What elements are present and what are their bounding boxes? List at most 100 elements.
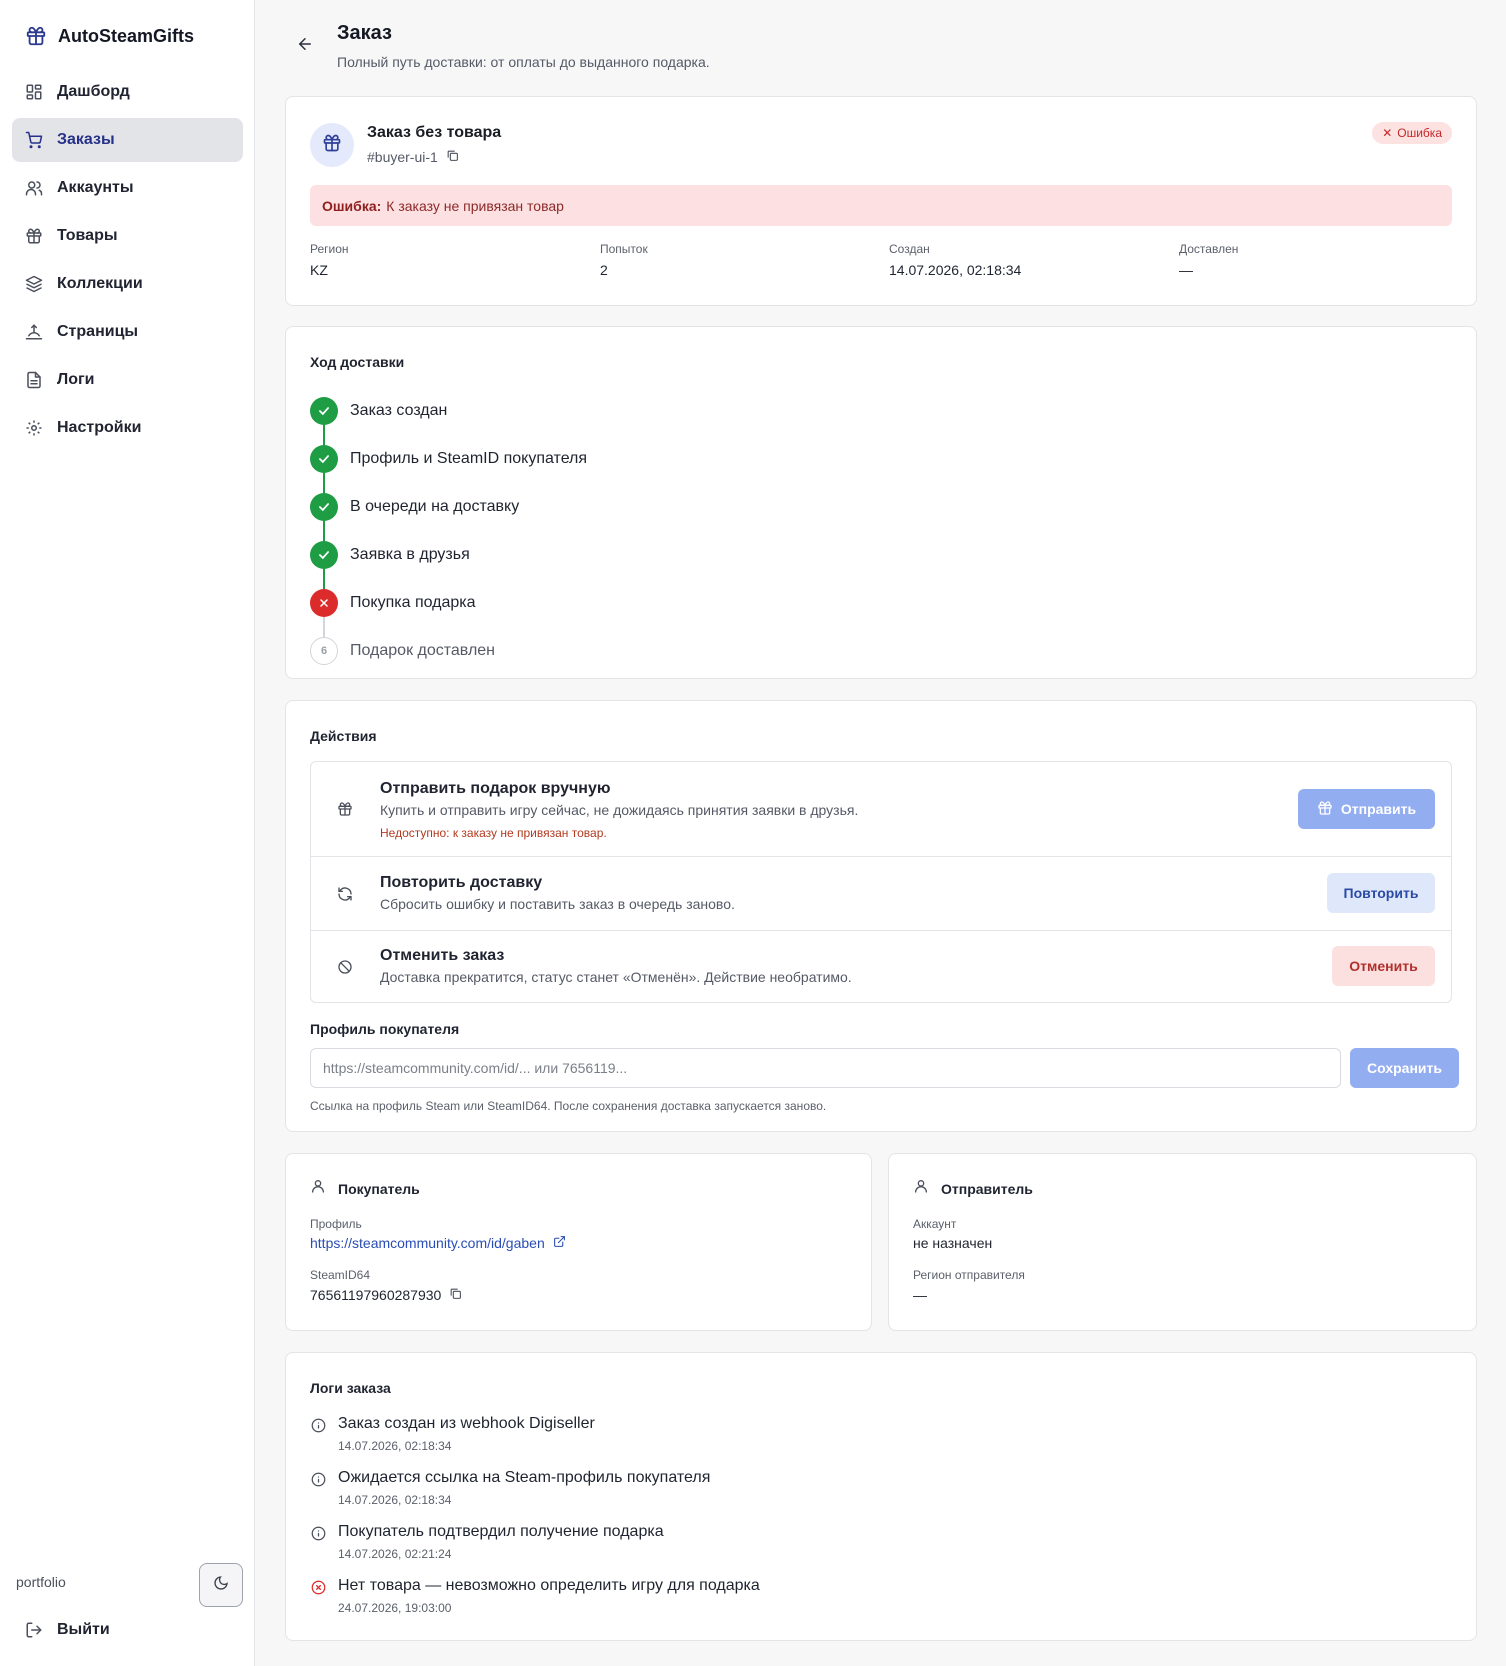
check-icon bbox=[310, 397, 338, 425]
sender-header: Отправитель bbox=[913, 1178, 1033, 1199]
sidebar-item-dashboard[interactable]: Дашборд bbox=[12, 70, 243, 114]
sidebar-item-pages[interactable]: Страницы bbox=[12, 310, 243, 354]
sidebar-nav: Дашборд Заказы Аккаунты Товары Коллекции… bbox=[12, 70, 243, 454]
external-link-icon[interactable] bbox=[553, 1235, 566, 1251]
sidebar: AutoSteamGifts Дашборд Заказы Аккаунты Т… bbox=[0, 0, 255, 1666]
user-icon bbox=[913, 1178, 929, 1199]
action-retry: Повторить доставку Сбросить ошибку и пос… bbox=[311, 857, 1451, 931]
meta-label: Регион bbox=[310, 242, 349, 256]
sidebar-item-label: Логи bbox=[57, 371, 95, 388]
order-id: #buyer-ui-1 bbox=[367, 149, 459, 165]
order-logs-card: Логи заказа Заказ создан из webhook Digi… bbox=[285, 1352, 1477, 1641]
back-button[interactable] bbox=[293, 34, 317, 58]
section-title: Ход доставки bbox=[310, 354, 405, 370]
copy-icon[interactable] bbox=[449, 1287, 462, 1303]
action-title: Отправить подарок вручную bbox=[380, 780, 611, 797]
meta-label: Попыток bbox=[600, 242, 648, 256]
sidebar-item-label: Коллекции bbox=[57, 275, 143, 292]
send-button-label: Отправить bbox=[1340, 801, 1417, 817]
log-time: 14.07.2026, 02:18:34 bbox=[338, 1439, 452, 1453]
meta-delivered: Доставлен — bbox=[1179, 242, 1238, 278]
field-label: Профиль bbox=[310, 1217, 362, 1231]
delivery-steps: Заказ создан Профиль и SteamID покупател… bbox=[310, 387, 587, 675]
delivery-progress-card: Ход доставки Заказ создан Профиль и Stea… bbox=[285, 326, 1477, 679]
order-avatar bbox=[310, 123, 354, 167]
delivery-step: Заявка в друзья bbox=[310, 531, 587, 593]
sidebar-item-settings[interactable]: Настройки bbox=[12, 406, 243, 450]
buyer-header: Покупатель bbox=[310, 1178, 420, 1199]
dashboard-icon bbox=[24, 82, 44, 102]
page-title: Заказ bbox=[337, 22, 392, 44]
step-label: Покупка подарка bbox=[350, 594, 476, 611]
log-text: Заказ создан из webhook Digiseller bbox=[338, 1415, 595, 1432]
error-banner: Ошибка: К заказу не привязан товар bbox=[310, 185, 1452, 226]
field-label: Аккаунт bbox=[913, 1217, 957, 1231]
sidebar-item-label: Аккаунты bbox=[57, 179, 134, 196]
x-icon bbox=[310, 589, 338, 617]
cancel-order-button[interactable]: Отменить bbox=[1332, 946, 1435, 986]
delivery-step: Профиль и SteamID покупателя bbox=[310, 435, 587, 497]
action-manual-send: Отправить подарок вручную Купить и отпра… bbox=[311, 762, 1451, 857]
status-badge: ✕ Ошибка bbox=[1372, 122, 1452, 144]
profile-hint: Ссылка на профиль Steam или SteamID64. П… bbox=[310, 1099, 827, 1113]
delivery-step: В очереди на доставку bbox=[310, 483, 587, 545]
error-text: К заказу не привязан товар bbox=[386, 197, 564, 214]
close-icon: ✕ bbox=[1382, 126, 1393, 140]
user-icon bbox=[310, 1178, 326, 1199]
gift-icon bbox=[24, 24, 48, 48]
gift-icon bbox=[24, 226, 44, 246]
status-badge-label: Ошибка bbox=[1397, 126, 1442, 140]
meta-label: Создан bbox=[889, 242, 930, 256]
error-circle-icon bbox=[310, 1579, 326, 1595]
action-title: Отменить заказ bbox=[380, 947, 505, 964]
buyer-profile-input[interactable] bbox=[310, 1048, 1341, 1088]
delivery-step: Покупка подарка bbox=[310, 579, 587, 641]
order-summary-card: Заказ без товара #buyer-ui-1 ✕ Ошибка Ош… bbox=[285, 96, 1477, 306]
logout-button[interactable]: Выйти bbox=[24, 1620, 110, 1640]
buyer-card: Покупатель Профиль https://steamcommunit… bbox=[285, 1153, 872, 1331]
order-id-text: #buyer-ui-1 bbox=[367, 149, 438, 165]
sidebar-item-collections[interactable]: Коллекции bbox=[12, 262, 243, 306]
theme-toggle-button[interactable] bbox=[199, 1563, 243, 1607]
meta-value: — bbox=[1179, 262, 1193, 278]
log-text: Ожидается ссылка на Steam-профиль покупа… bbox=[338, 1469, 711, 1486]
save-button[interactable]: Сохранить bbox=[1350, 1048, 1459, 1088]
meta-value: KZ bbox=[310, 262, 328, 278]
send-button[interactable]: Отправить bbox=[1298, 789, 1435, 829]
sidebar-item-products[interactable]: Товары bbox=[12, 214, 243, 258]
sidebar-item-logs[interactable]: Логи bbox=[12, 358, 243, 402]
sidebar-item-label: Товары bbox=[57, 227, 118, 244]
section-title: Действия bbox=[310, 728, 377, 744]
gift-icon bbox=[322, 133, 342, 158]
brand[interactable]: AutoSteamGifts bbox=[24, 24, 194, 48]
app-title: AutoSteamGifts bbox=[58, 25, 195, 46]
landing-icon bbox=[24, 322, 44, 342]
order-name: Заказ без товара bbox=[367, 124, 502, 141]
buyer-profile-link[interactable]: https://steamcommunity.com/id/gaben bbox=[310, 1235, 545, 1251]
sidebar-item-label: Настройки bbox=[57, 419, 142, 436]
log-time: 14.07.2026, 02:21:24 bbox=[338, 1547, 452, 1561]
step-label: В очереди на доставку bbox=[350, 498, 520, 515]
gear-icon bbox=[24, 418, 44, 438]
meta-attempts: Попыток 2 bbox=[600, 242, 648, 278]
log-time: 24.07.2026, 19:03:00 bbox=[338, 1601, 452, 1615]
retry-button[interactable]: Повторить bbox=[1327, 873, 1435, 913]
step-label: Заказ создан bbox=[350, 402, 448, 419]
info-icon bbox=[310, 1471, 326, 1487]
action-description: Купить и отправить игру сейчас, не дожид… bbox=[380, 802, 859, 818]
copy-icon[interactable] bbox=[446, 149, 459, 165]
logout-label: Выйти bbox=[57, 1621, 110, 1638]
meta-label: Доставлен bbox=[1179, 242, 1239, 256]
logout-icon bbox=[24, 1620, 44, 1640]
check-icon bbox=[310, 445, 338, 473]
log-time: 14.07.2026, 02:18:34 bbox=[338, 1493, 452, 1507]
arrow-left-icon bbox=[296, 35, 314, 58]
action-description: Доставка прекратится, статус станет «Отм… bbox=[380, 969, 852, 985]
action-warning: Недоступно: к заказу не привязан товар. bbox=[380, 826, 607, 840]
info-icon bbox=[310, 1525, 326, 1541]
log-text: Покупатель подтвердил получение подарка bbox=[338, 1523, 664, 1540]
field-label: SteamID64 bbox=[310, 1268, 371, 1282]
sidebar-item-accounts[interactable]: Аккаунты bbox=[12, 166, 243, 210]
step-label: Заявка в друзья bbox=[350, 546, 470, 563]
sidebar-item-orders[interactable]: Заказы bbox=[12, 118, 243, 162]
